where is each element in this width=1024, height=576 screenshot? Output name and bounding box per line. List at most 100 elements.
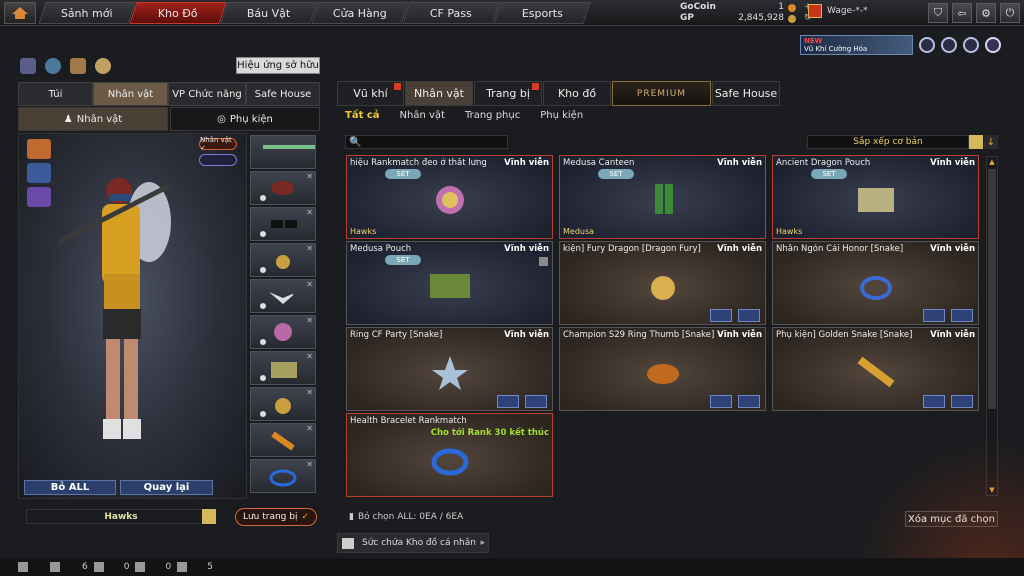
item-card[interactable]: kiện] Fury Dragon [Dragon Fury] Vĩnh viễ… bbox=[559, 241, 766, 325]
item-card[interactable]: Medusa Pouch Vĩnh viễn SET bbox=[346, 241, 553, 325]
sort-direction-icon[interactable]: ↓ bbox=[984, 135, 998, 149]
clear-all-button[interactable]: Bỏ ALL bbox=[24, 480, 116, 495]
filter-all[interactable]: Tất cả bbox=[345, 110, 380, 121]
slot-emblem[interactable]: ✕ bbox=[250, 315, 316, 349]
slot-weapon[interactable] bbox=[250, 135, 316, 169]
tab-characters[interactable]: Nhân vật bbox=[405, 81, 473, 106]
slot-snake[interactable]: ✕ bbox=[250, 423, 316, 457]
search-input[interactable]: 🔍 bbox=[345, 135, 508, 149]
gp-action-button[interactable] bbox=[710, 309, 732, 322]
scroll-down-icon[interactable]: ▼ bbox=[987, 485, 997, 495]
character-icon[interactable] bbox=[70, 58, 86, 74]
nav-tab-inventory[interactable]: Kho Đồ bbox=[129, 2, 227, 24]
remove-icon[interactable]: ✕ bbox=[306, 172, 313, 181]
slot-medal[interactable]: ✕ bbox=[250, 243, 316, 277]
nav-tab-esports[interactable]: Esports bbox=[493, 2, 591, 24]
item-card[interactable]: Health Bracelet Rankmatch Cho tới Rank 3… bbox=[346, 413, 553, 497]
item-scrollbar[interactable]: ▲ ▼ bbox=[986, 156, 998, 496]
subtab-accessory[interactable]: ◎ Phụ kiện bbox=[170, 107, 320, 131]
tab-character[interactable]: Nhân vật bbox=[93, 82, 168, 106]
tab-safe-house[interactable]: Safe House bbox=[712, 81, 780, 106]
pet-icon[interactable] bbox=[95, 58, 111, 74]
filter-outfit[interactable]: Trang phục bbox=[465, 110, 520, 121]
filter-character[interactable]: Nhân vật bbox=[400, 110, 445, 121]
back-button[interactable]: Quay lại bbox=[120, 480, 213, 495]
gear-icon[interactable]: ⚙ bbox=[976, 3, 996, 23]
event-icon-4[interactable] bbox=[985, 37, 1001, 53]
rotate-icon[interactable] bbox=[45, 58, 61, 74]
power-icon[interactable]: ⏻ bbox=[1000, 3, 1020, 23]
menu-icon[interactable] bbox=[18, 562, 28, 572]
item-card[interactable]: Ring CF Party [Snake] Vĩnh viễn bbox=[346, 327, 553, 411]
deselect-all[interactable]: ▮ Bỏ chọn ALL: 0EA / 6EA bbox=[349, 512, 463, 522]
gp-action-button[interactable] bbox=[497, 395, 519, 408]
gear-icon[interactable] bbox=[525, 395, 547, 408]
remove-icon[interactable]: ✕ bbox=[306, 424, 313, 433]
speaker-icon[interactable] bbox=[177, 562, 188, 572]
slot-badge[interactable]: ✕ bbox=[250, 279, 316, 313]
gear-icon[interactable] bbox=[951, 395, 973, 408]
list-icon[interactable] bbox=[202, 509, 216, 524]
bracelet-icon bbox=[431, 448, 469, 476]
remove-icon[interactable]: ✕ bbox=[306, 208, 313, 217]
tab-storage[interactable]: Kho đồ bbox=[543, 81, 611, 106]
tab-bag[interactable]: Túi bbox=[18, 82, 93, 106]
character-preview[interactable]: Nhân vật ✓ bbox=[18, 133, 247, 499]
list-icon[interactable] bbox=[969, 135, 983, 149]
item-card[interactable]: Nhẫn Ngón Cái Honor [Snake] Vĩnh viễn bbox=[772, 241, 979, 325]
gear-icon[interactable] bbox=[738, 309, 760, 322]
sort-select[interactable]: Sắp xếp cơ bản bbox=[807, 135, 969, 149]
loadout-name-field[interactable]: Hawks bbox=[26, 509, 216, 524]
item-card[interactable]: hiệu Rankmatch đeo ở thắt lưng Vĩnh viễn… bbox=[346, 155, 553, 239]
shield-icon[interactable]: ⛉ bbox=[928, 3, 948, 23]
personal-storage-button[interactable]: Sức chứa Kho đồ cá nhân ▸ bbox=[337, 533, 489, 553]
item-card[interactable]: Phụ kiện] Golden Snake [Snake] Vĩnh viễn bbox=[772, 327, 979, 411]
slot-pouch[interactable]: ✕ bbox=[250, 351, 316, 385]
scroll-thumb[interactable] bbox=[988, 169, 996, 409]
gp-action-button[interactable] bbox=[923, 395, 945, 408]
remove-icon[interactable]: ✕ bbox=[306, 352, 313, 361]
home-button[interactable] bbox=[4, 2, 36, 24]
slot-glasses[interactable]: ✕ bbox=[250, 207, 316, 241]
nav-tab-lobby[interactable]: Sảnh mới bbox=[38, 2, 136, 24]
remove-icon[interactable]: ✕ bbox=[306, 280, 313, 289]
tab-premium[interactable]: PREMIUM bbox=[612, 81, 711, 106]
champion-ring-icon bbox=[647, 364, 679, 384]
upgrade-weapon-banner[interactable]: NEW Vũ Khí Cường Hóa bbox=[800, 35, 913, 55]
tab-equipment[interactable]: Trang bị bbox=[474, 81, 542, 106]
player-info[interactable]: Wage-*-* bbox=[808, 4, 868, 18]
filter-accessory[interactable]: Phụ kiện bbox=[540, 110, 583, 121]
gift-icon[interactable] bbox=[20, 58, 36, 74]
slot-bracelet[interactable]: ✕ bbox=[250, 459, 316, 493]
gp-action-button[interactable] bbox=[710, 395, 732, 408]
item-card[interactable]: Medusa Canteen Vĩnh viễn SET Medusa bbox=[559, 155, 766, 239]
trash-icon[interactable] bbox=[539, 257, 548, 266]
save-loadout-button[interactable]: Lưu trang bị ✓ bbox=[235, 508, 317, 526]
nav-tab-treasure[interactable]: Báu Vật bbox=[220, 2, 318, 24]
tab-weapons[interactable]: Vũ khí bbox=[337, 81, 404, 106]
slot-ring-dragon[interactable]: ✕ bbox=[250, 387, 316, 421]
delete-selected-button[interactable]: Xóa mục đã chọn bbox=[905, 511, 998, 527]
nav-tab-cf-pass[interactable]: CF Pass bbox=[402, 2, 500, 24]
ownership-effect-button[interactable]: Hiệu ứng sở hữu bbox=[236, 57, 320, 74]
remove-icon[interactable]: ✕ bbox=[306, 460, 313, 469]
event-icon-2[interactable] bbox=[941, 37, 957, 53]
item-card[interactable]: Ancient Dragon Pouch Vĩnh viễn SET Hawks bbox=[772, 155, 979, 239]
tab-functional[interactable]: VP Chức năng bbox=[168, 82, 246, 106]
remove-icon[interactable]: ✕ bbox=[306, 316, 313, 325]
tab-label: PREMIUM bbox=[636, 88, 687, 99]
tab-safe-house[interactable]: Safe House bbox=[246, 82, 320, 106]
remove-icon[interactable]: ✕ bbox=[306, 244, 313, 253]
subtab-character[interactable]: ♟ Nhân vật bbox=[18, 107, 168, 131]
gear-icon[interactable] bbox=[951, 309, 973, 322]
slot-hat[interactable]: ✕ bbox=[250, 171, 316, 205]
item-card[interactable]: Champion S29 Ring Thumb [Snake] Vĩnh viễ… bbox=[559, 327, 766, 411]
gp-action-button[interactable] bbox=[923, 309, 945, 322]
exit-icon[interactable]: ⇦ bbox=[952, 3, 972, 23]
event-icon-3[interactable] bbox=[963, 37, 979, 53]
event-icon-1[interactable] bbox=[919, 37, 935, 53]
gear-icon[interactable] bbox=[738, 395, 760, 408]
remove-icon[interactable]: ✕ bbox=[306, 388, 313, 397]
scroll-up-icon[interactable]: ▲ bbox=[987, 157, 997, 167]
nav-tab-shop[interactable]: Cửa Hàng bbox=[311, 2, 409, 24]
